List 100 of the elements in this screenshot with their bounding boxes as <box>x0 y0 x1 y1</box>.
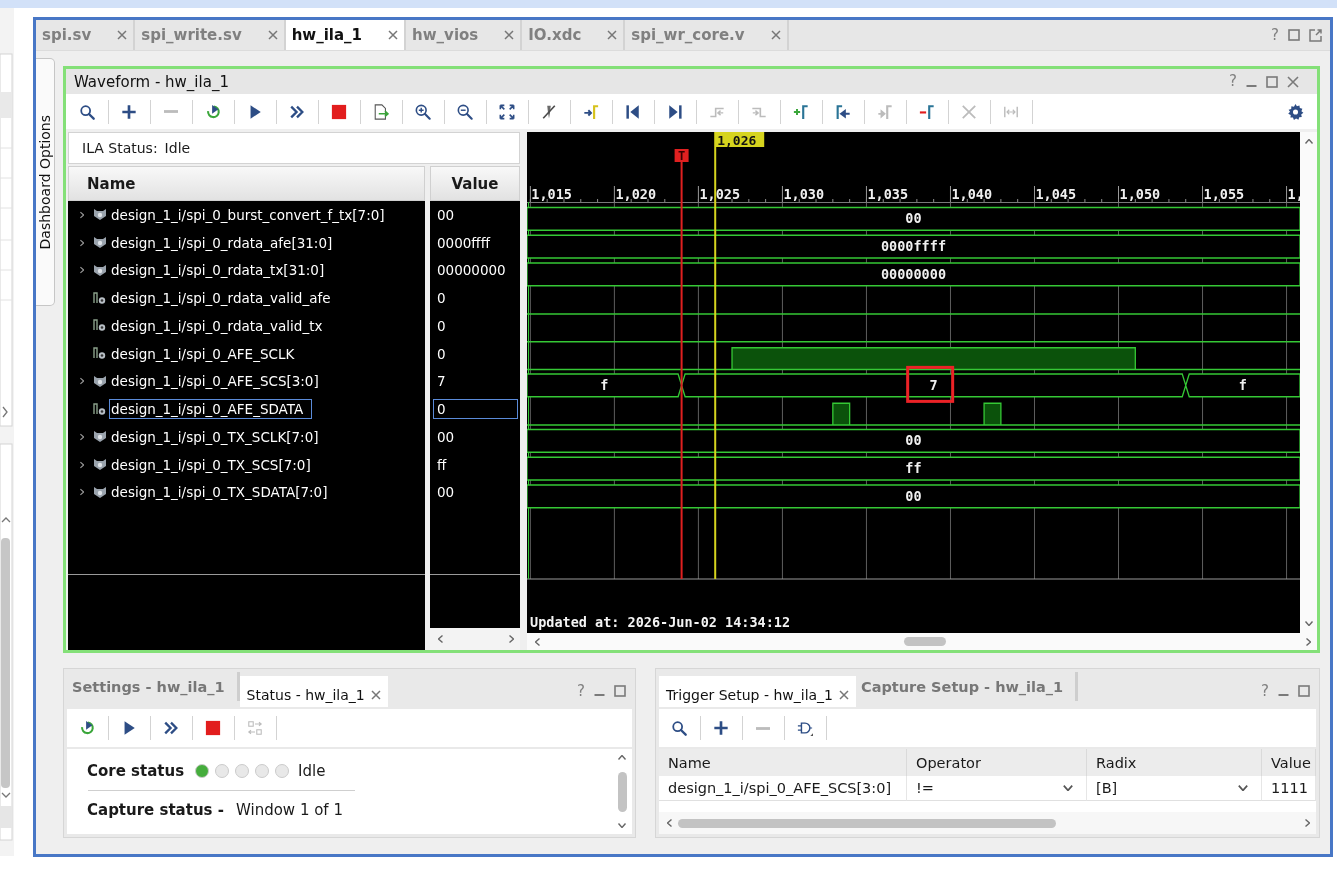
bus-value-label: 00 <box>905 210 922 227</box>
bus-value-label: 00 <box>905 487 922 504</box>
bus-value-label: 00 <box>905 432 922 449</box>
scroll-thumb[interactable] <box>678 818 1056 828</box>
bus-value-label: 00000000 <box>881 265 946 282</box>
signal-name[interactable]: design_1_i/spi_0_TX_SDATA[7:0] <box>109 482 337 503</box>
trigger-flag[interactable]: T <box>674 149 689 163</box>
close-icon[interactable] <box>839 690 850 700</box>
settings-icon <box>1288 103 1304 120</box>
capture-status-value: Window 1 of 1 <box>235 801 343 819</box>
skip-forward-icon <box>667 103 683 120</box>
signal-value: 0 <box>436 344 447 364</box>
swap-icon <box>247 720 263 736</box>
wire-signal-icon <box>93 402 107 416</box>
skip-back-icon <box>625 103 641 120</box>
bus-signal-icon <box>93 236 107 250</box>
close-icon[interactable] <box>504 30 515 40</box>
bus-signal-icon <box>93 430 107 444</box>
editor-tab[interactable]: hw_ila_1 <box>285 20 407 50</box>
chevron-down-icon[interactable] <box>617 823 627 828</box>
time-tick-label: 1,020 <box>615 186 656 202</box>
signal-name[interactable]: design_1_i/spi_0_rdata_tx[31:0] <box>109 260 334 281</box>
scroll-thumb[interactable] <box>617 771 627 812</box>
arrow-bracket-icon <box>877 103 893 120</box>
status-value: Idle <box>164 140 191 156</box>
panel-tab[interactable]: Status - hw_ila_1 <box>239 676 388 707</box>
plus-icon <box>121 103 137 120</box>
stop-icon <box>205 720 221 736</box>
maximize-icon[interactable] <box>614 685 626 697</box>
zoom-out-icon <box>457 103 473 120</box>
side-tab[interactable]: Dashboard Options <box>36 58 55 306</box>
table-cell: design_1_i/spi_0_AFE_SCS[3:0] <box>659 776 907 801</box>
chevron-left-icon[interactable] <box>667 818 672 828</box>
time-tick-label: 1,035 <box>867 186 909 202</box>
chevron-right-icon[interactable] <box>1306 636 1311 647</box>
signal-name[interactable]: design_1_i/spi_0_burst_convert_f_tx[7:0] <box>109 204 394 225</box>
search-icon <box>79 103 95 120</box>
plus-icon <box>713 720 729 736</box>
zoom-in-icon <box>415 103 431 120</box>
signal-value: 7 <box>436 372 447 392</box>
close-icon[interactable] <box>388 30 399 40</box>
signal-name[interactable]: design_1_i/spi_0_rdata_afe[31:0] <box>109 232 342 253</box>
operator-dropdown[interactable]: != <box>907 776 1087 801</box>
wire-signal-icon <box>93 347 107 361</box>
bus-signal-icon <box>93 485 107 499</box>
close-icon[interactable] <box>267 30 278 40</box>
signal-name[interactable]: design_1_i/spi_0_AFE_SDATA <box>109 399 313 420</box>
chevron-right-icon[interactable] <box>1305 818 1310 828</box>
signal-name[interactable]: design_1_i/spi_0_rdata_valid_tx <box>109 315 332 336</box>
close-icon[interactable] <box>770 30 781 40</box>
wire-signal-icon <box>93 291 107 305</box>
signal-name[interactable]: design_1_i/spi_0_TX_SCLK[7:0] <box>109 426 328 447</box>
bus-value-label: f <box>1238 376 1247 393</box>
signal-name[interactable]: design_1_i/spi_0_AFE_SCS[3:0] <box>109 371 328 392</box>
radix-dropdown[interactable]: [B] <box>1087 776 1262 801</box>
signal-value: 00 <box>436 483 456 503</box>
maximize-icon[interactable] <box>1298 685 1310 697</box>
signal-name[interactable]: design_1_i/spi_0_TX_SCS[7:0] <box>109 454 320 475</box>
close-icon[interactable] <box>117 30 128 40</box>
core-status-value: Idle <box>298 762 326 780</box>
signal-name[interactable]: design_1_i/spi_0_rdata_valid_afe <box>109 288 340 309</box>
signal-name[interactable]: design_1_i/spi_0_AFE_SCLK <box>109 343 304 364</box>
signal-value: ff <box>436 455 448 475</box>
trigger-line[interactable] <box>680 161 683 580</box>
chevron-down-icon[interactable] <box>1237 785 1249 791</box>
chevron-left-icon[interactable] <box>438 634 443 644</box>
bus-value-label: 7 <box>906 365 955 403</box>
minus-icon <box>756 726 770 730</box>
maximize-icon[interactable] <box>1266 75 1278 88</box>
panel-tab[interactable]: Capture Setup - hw_ila_1 <box>856 672 1079 701</box>
chevron-right-icon[interactable] <box>509 634 514 644</box>
signal-value: 0 <box>433 399 518 420</box>
chevron-up-icon[interactable] <box>1303 139 1314 144</box>
external-window-icon[interactable] <box>1309 28 1322 42</box>
maximize-icon[interactable] <box>1288 29 1300 41</box>
panel-title: Waveform - hw_ila_1 <box>74 72 229 91</box>
status-label: ILA Status: <box>82 140 158 156</box>
bus-signal-icon <box>93 208 107 222</box>
panel-tab[interactable]: Trigger Setup - hw_ila_1 <box>659 676 857 707</box>
column-header: Value <box>451 174 499 193</box>
scroll-thumb[interactable] <box>904 637 946 646</box>
minimize-icon[interactable] <box>1246 84 1257 87</box>
signal-value: 00 <box>436 427 456 447</box>
refresh-play-icon <box>79 720 95 736</box>
bus-signal-icon <box>93 374 107 388</box>
close-icon[interactable] <box>370 690 381 700</box>
cursor-time-label: 1,026 <box>714 132 765 148</box>
chevron-up-icon[interactable] <box>617 755 627 760</box>
double-chevron-icon <box>289 103 305 120</box>
signal-value: 00000000 <box>436 261 507 281</box>
close-icon[interactable] <box>607 30 618 40</box>
time-tick-label: 1,055 <box>1203 186 1245 202</box>
bus-value-label: 0000ffff <box>881 238 946 255</box>
bus-value-label: ff <box>905 460 922 477</box>
chevron-down-icon[interactable] <box>1062 785 1074 791</box>
close-icon[interactable] <box>1287 75 1299 88</box>
chevron-down-icon[interactable] <box>1303 621 1314 626</box>
updated-timestamp: Updated at: 2026-Jun-02 14:34:12 <box>530 614 791 630</box>
chevron-left-icon[interactable] <box>535 636 540 647</box>
refresh-play-icon <box>205 103 221 120</box>
